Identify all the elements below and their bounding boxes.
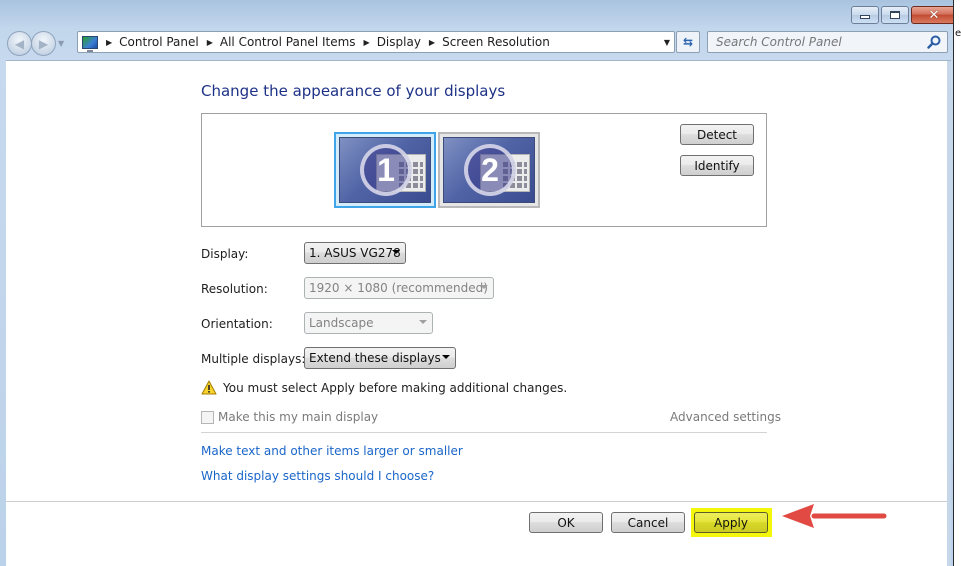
resolution-select-value: 1920 × 1080 (recommended) [309,281,488,295]
breadcrumb-screen-resolution[interactable]: Screen Resolution [442,35,550,49]
text-size-link[interactable]: Make text and other items larger or smal… [201,444,463,458]
address-dropdown-icon[interactable]: ▼ [664,38,670,47]
monitor-2[interactable]: 2 [438,132,540,208]
display-settings-help-link[interactable]: What display settings should I choose? [201,469,434,483]
main-display-label: Make this my main display [218,410,379,424]
back-button[interactable]: ◀ [7,31,32,56]
breadcrumb-all-control-panel-items[interactable]: All Control Panel Items [220,35,356,49]
recent-pages-dropdown[interactable]: ▼ [58,39,64,48]
red-arrow-annotation-icon [782,504,887,528]
ok-button[interactable]: OK [529,512,603,533]
display-select-value: 1. ASUS VG278 [309,246,401,260]
content-pane: Change the appearance of your displays 1… [6,60,951,566]
control-panel-icon [82,35,98,52]
monitor-screen: 2 [443,137,535,203]
maximize-button[interactable] [881,6,909,24]
search-icon[interactable] [927,35,941,49]
address-bar[interactable]: ▶ Control Panel ▶ All Control Panel Item… [77,31,675,53]
back-arrow-icon: ◀ [14,36,25,51]
multiple-displays-select-value: Extend these displays [309,351,441,365]
page-title: Change the appearance of your displays [201,82,506,100]
divider [201,432,767,433]
warning-text: You must select Apply before making addi… [223,380,568,395]
multiple-displays-select[interactable]: Extend these displays [304,347,456,369]
chevron-down-icon [392,250,400,254]
main-display-checkbox[interactable] [201,410,214,424]
breadcrumb-separator-icon[interactable]: ▶ [106,38,112,47]
display-label: Display: [201,247,249,261]
monitor-number: 2 [464,144,516,196]
breadcrumb-separator-icon[interactable]: ▶ [364,38,370,47]
monitor-number: 1 [360,144,412,196]
footer-divider [6,501,951,502]
monitor-arrangement-area: 1 2 Detect Identify [201,113,767,227]
background-window-edge: e [953,0,961,566]
breadcrumb-separator-icon[interactable]: ▶ [207,38,213,47]
forward-arrow-icon: ▶ [38,36,49,51]
background-text: e [955,28,961,39]
multiple-displays-label: Multiple displays: [201,352,306,366]
navigation-buttons: ◀ ▶ ▼ [7,31,64,56]
display-select[interactable]: 1. ASUS VG278 [304,242,406,264]
orientation-select[interactable]: Landscape [304,312,433,334]
breadcrumb-display[interactable]: Display [377,35,421,49]
window-controls: ✕ [851,6,957,24]
identify-button[interactable]: Identify [680,155,754,176]
close-icon: ✕ [928,7,940,23]
main-display-option: Make this my main display [201,410,378,424]
minimize-icon [860,15,870,19]
search-box [707,31,948,53]
cancel-button[interactable]: Cancel [611,512,685,533]
orientation-label: Orientation: [201,317,273,331]
detect-button[interactable]: Detect [680,124,754,145]
resolution-label: Resolution: [201,282,268,296]
maximize-icon [890,11,900,19]
chevron-down-icon [419,320,427,324]
refresh-icon: ⇆ [682,35,694,49]
chevron-down-icon [480,285,488,289]
warning-message: You must select Apply before making addi… [201,380,567,395]
close-button[interactable]: ✕ [911,6,957,24]
breadcrumb-separator-icon[interactable]: ▶ [429,38,435,47]
advanced-settings-link[interactable]: Advanced settings [670,410,781,424]
monitor-screen: 1 [339,137,431,203]
monitor-1[interactable]: 1 [334,132,436,208]
forward-button[interactable]: ▶ [31,31,56,56]
search-input[interactable] [716,35,926,49]
apply-button[interactable]: Apply [694,512,768,533]
resolution-select[interactable]: 1920 × 1080 (recommended) [304,277,494,299]
chevron-down-icon [442,355,450,359]
minimize-button[interactable] [851,6,879,24]
refresh-button[interactable]: ⇆ [676,31,700,53]
orientation-select-value: Landscape [309,316,374,330]
breadcrumb-control-panel[interactable]: Control Panel [119,35,199,49]
warning-icon [201,380,217,395]
pane-edge [947,61,951,566]
